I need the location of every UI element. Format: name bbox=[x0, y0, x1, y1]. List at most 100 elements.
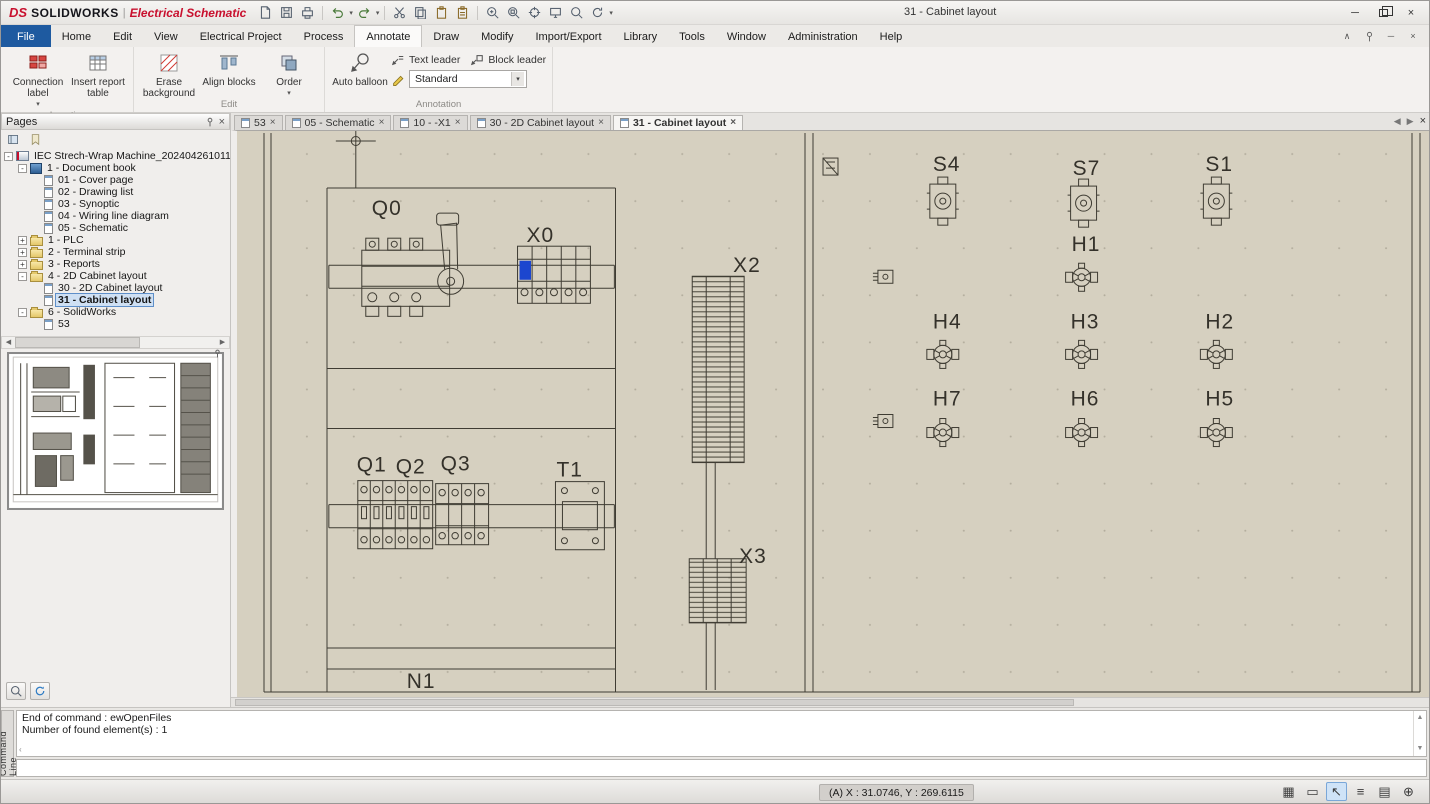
align-blocks-button[interactable]: Align blocks bbox=[200, 49, 258, 88]
tab-annotate[interactable]: Annotate bbox=[354, 25, 423, 47]
tab-library[interactable]: Library bbox=[613, 25, 669, 47]
doc-close-icon[interactable]: × bbox=[1405, 28, 1421, 44]
preview-refresh-icon[interactable] bbox=[30, 682, 50, 700]
monitor-icon[interactable] bbox=[546, 3, 565, 22]
tab-administration[interactable]: Administration bbox=[777, 25, 869, 47]
minimize-button[interactable]: ─ bbox=[1341, 3, 1369, 23]
paste-special-icon[interactable] bbox=[453, 3, 472, 22]
tree-item-project-root[interactable]: - IEC Strech-Wrap Machine_2024042610112 bbox=[1, 150, 230, 162]
tree-item-30-2d-cabinet-layout[interactable]: 30 - 2D Cabinet layout bbox=[1, 282, 230, 294]
tab-53[interactable]: 53 × bbox=[234, 115, 283, 130]
tree-item-53[interactable]: 53 bbox=[1, 318, 230, 330]
tab-modify[interactable]: Modify bbox=[470, 25, 524, 47]
tree-toggle[interactable]: + bbox=[18, 259, 27, 269]
tree-item-solidworks[interactable]: -6 - SolidWorks bbox=[1, 306, 230, 318]
grid-toggle-icon[interactable]: ▦ bbox=[1278, 782, 1299, 801]
ortho-toggle-icon[interactable]: ▭ bbox=[1302, 782, 1323, 801]
tab-05-schematic[interactable]: 05 - Schematic × bbox=[284, 115, 392, 130]
page-thumbnail-preview[interactable] bbox=[1, 349, 230, 515]
redo-icon[interactable] bbox=[355, 3, 374, 22]
tabs-close-icon[interactable]: × bbox=[1420, 115, 1426, 127]
collapse-ribbon-icon[interactable]: ∧ bbox=[1339, 28, 1355, 44]
toolbar-more-icon[interactable]: ▾ bbox=[609, 9, 613, 17]
doc-minimize-icon[interactable]: ─ bbox=[1383, 28, 1399, 44]
scroll-left-icon[interactable]: ◀ bbox=[2, 337, 15, 348]
sheet-icon[interactable]: ▤ bbox=[1374, 782, 1395, 801]
tab-close-icon[interactable]: × bbox=[598, 118, 604, 128]
book-view-icon[interactable] bbox=[4, 130, 23, 149]
tab-electrical-project[interactable]: Electrical Project bbox=[189, 25, 293, 47]
drawing-canvas[interactable]: Q0 X0 X2 Q1 Q2 Q3 T1 X3 N1 S4 S7 S1 H1 H… bbox=[237, 131, 1429, 697]
save-icon[interactable] bbox=[277, 3, 296, 22]
tab-31-cabinet-layout[interactable]: 31 - Cabinet layout × bbox=[612, 115, 744, 130]
zoom-in-icon[interactable] bbox=[483, 3, 502, 22]
tab-help[interactable]: Help bbox=[869, 25, 914, 47]
history-scroll-left-icon[interactable]: ‹ bbox=[19, 744, 22, 756]
selected-terminal[interactable] bbox=[519, 260, 532, 280]
combo-caret-icon[interactable]: ▾ bbox=[511, 72, 524, 86]
pointer-mode-icon[interactable]: ↖ bbox=[1326, 782, 1347, 801]
print-icon[interactable] bbox=[298, 3, 317, 22]
bookmark-view-icon[interactable] bbox=[26, 130, 45, 149]
pages-horizontal-scrollbar[interactable]: ◀ ▶ bbox=[1, 335, 230, 349]
tree-item-wiring-line-diagram[interactable]: 04 - Wiring line diagram bbox=[1, 210, 230, 222]
scrollbar-thumb[interactable] bbox=[235, 699, 1074, 706]
pin-icon[interactable] bbox=[1361, 28, 1377, 44]
scrollbar-thumb[interactable] bbox=[15, 336, 140, 348]
panel-close-icon[interactable]: × bbox=[219, 116, 225, 128]
tree-toggle[interactable]: - bbox=[18, 271, 27, 281]
command-input[interactable] bbox=[16, 759, 1427, 777]
tree-item-plc[interactable]: +1 - PLC bbox=[1, 234, 230, 246]
drawing-horizontal-scrollbar[interactable] bbox=[231, 697, 1429, 707]
tab-file[interactable]: File bbox=[1, 25, 51, 47]
tab-close-icon[interactable]: × bbox=[270, 118, 276, 128]
tab-tools[interactable]: Tools bbox=[668, 25, 716, 47]
undo-icon[interactable] bbox=[328, 3, 347, 22]
tab-close-icon[interactable]: × bbox=[455, 118, 461, 128]
tree-item-cover-page[interactable]: 01 - Cover page bbox=[1, 174, 230, 186]
block-leader-button[interactable]: Block leader bbox=[470, 53, 546, 67]
tab-import-export[interactable]: Import/Export bbox=[525, 25, 613, 47]
tree-item-synoptic[interactable]: 03 - Synoptic bbox=[1, 198, 230, 210]
tree-item-31-cabinet-layout[interactable]: 31 - Cabinet layout bbox=[1, 293, 230, 307]
close-button[interactable]: × bbox=[1397, 3, 1425, 23]
zoom-fit-icon[interactable] bbox=[525, 3, 544, 22]
auto-balloon-button[interactable]: Auto balloon bbox=[331, 49, 389, 88]
tab-process[interactable]: Process bbox=[293, 25, 355, 47]
new-document-icon[interactable] bbox=[256, 3, 275, 22]
tree-toggle[interactable]: - bbox=[18, 307, 27, 317]
tab-close-icon[interactable]: × bbox=[730, 118, 736, 128]
connection-label-button[interactable]: Connection label ▾ bbox=[9, 49, 67, 110]
order-button[interactable]: Order ▾ bbox=[260, 49, 318, 99]
web-icon[interactable]: ⊕ bbox=[1398, 782, 1419, 801]
annotation-style-select[interactable]: Standard ▾ bbox=[409, 70, 527, 88]
tabs-scroll-right-icon[interactable]: ▶ bbox=[1407, 116, 1414, 127]
tree-item-document-book[interactable]: -1 - Document book bbox=[1, 162, 230, 174]
tree-item-drawing-list[interactable]: 02 - Drawing list bbox=[1, 186, 230, 198]
scroll-right-icon[interactable]: ▶ bbox=[216, 337, 229, 348]
refresh-icon[interactable] bbox=[588, 3, 607, 22]
tab-draw[interactable]: Draw bbox=[422, 25, 470, 47]
redo-caret-icon[interactable]: ▾ bbox=[376, 9, 380, 17]
zoom-window-icon[interactable] bbox=[504, 3, 523, 22]
text-leader-button[interactable]: Text leader bbox=[391, 53, 460, 67]
tab-10-x1[interactable]: 10 - -X1 × bbox=[393, 115, 468, 130]
restore-button[interactable] bbox=[1369, 3, 1397, 23]
tree-toggle[interactable]: + bbox=[18, 247, 27, 257]
tree-toggle[interactable]: + bbox=[18, 235, 27, 245]
tree-item-reports[interactable]: +3 - Reports bbox=[1, 258, 230, 270]
command-history-scrollbar[interactable]: ▲ ▼ bbox=[1413, 711, 1426, 756]
tab-close-icon[interactable]: × bbox=[379, 118, 385, 128]
component-x3[interactable] bbox=[688, 558, 747, 624]
component-x2[interactable] bbox=[691, 275, 745, 464]
tabs-scroll-left-icon[interactable]: ◀ bbox=[1394, 116, 1401, 127]
undo-caret-icon[interactable]: ▾ bbox=[349, 9, 353, 17]
tree-item-terminal-strip[interactable]: +2 - Terminal strip bbox=[1, 246, 230, 258]
command-history[interactable]: End of command : ewOpenFiles Number of f… bbox=[16, 710, 1427, 757]
erase-background-button[interactable]: Erase background bbox=[140, 49, 198, 99]
paste-icon[interactable] bbox=[432, 3, 451, 22]
tab-30-2d-cabinet-layout[interactable]: 30 - 2D Cabinet layout × bbox=[469, 115, 611, 130]
tab-view[interactable]: View bbox=[143, 25, 189, 47]
tree-item-schematic[interactable]: 05 - Schematic bbox=[1, 222, 230, 234]
panel-pin-icon[interactable] bbox=[205, 117, 215, 127]
